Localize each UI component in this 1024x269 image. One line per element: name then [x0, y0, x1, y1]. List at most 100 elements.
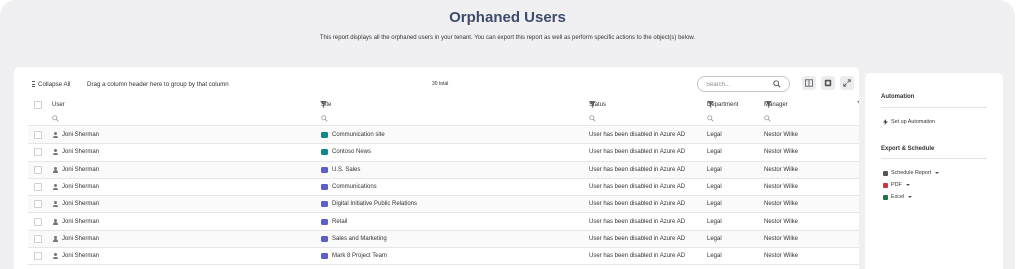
cell-site[interactable]: Retail	[321, 214, 347, 230]
pdf-icon	[883, 182, 888, 188]
column-header-manager[interactable]: Manager	[764, 98, 788, 112]
columns-icon	[805, 79, 813, 87]
cell-site[interactable]: Sales and Marketing	[321, 231, 387, 247]
communication-site-icon	[321, 132, 328, 139]
automation-heading: Automation	[881, 94, 915, 100]
column-header-site-label: Site	[321, 102, 332, 108]
cell-manager: Nestor Wilke	[764, 132, 799, 139]
filter-icon[interactable]	[857, 101, 859, 108]
select-all-checkbox[interactable]	[34, 101, 42, 109]
export-icon	[824, 79, 832, 87]
actions-panel: Automation Set up Automation Export & Sc…	[865, 73, 1003, 269]
user-name: Joni Sherman	[62, 235, 100, 242]
fullscreen-button[interactable]	[840, 76, 854, 90]
user-name: Joni Sherman	[62, 132, 100, 139]
column-header-status[interactable]: Status	[589, 98, 606, 112]
report-grid-card: Collapse All Drag a column header here t…	[14, 67, 859, 269]
cell-user: Joni Sherman	[52, 162, 99, 178]
column-header-user[interactable]: User	[52, 98, 65, 112]
row-checkbox[interactable]	[34, 217, 42, 226]
cell-status: User has been disabled in Azure AD	[589, 149, 686, 156]
site-name: Contoso News	[332, 149, 372, 156]
search-icon	[773, 80, 781, 88]
divider	[881, 107, 987, 108]
column-header-department[interactable]: Department	[707, 98, 738, 112]
cell-department: Legal	[707, 184, 722, 191]
user-icon	[52, 201, 58, 208]
export-button[interactable]	[821, 76, 835, 90]
schedule-report-dropdown[interactable]: Schedule Report	[883, 170, 940, 176]
table-row[interactable]: Joni Sherman Communication site User has b…	[28, 127, 859, 145]
cell-site[interactable]: Communications	[321, 179, 377, 195]
cell-site[interactable]: Communication site	[321, 127, 385, 143]
row-checkbox[interactable]	[34, 252, 42, 261]
report-frame: Orphaned Users This report displays all …	[0, 0, 1015, 269]
cell-status: User has been disabled in Azure AD	[589, 166, 686, 173]
filter-search-icon[interactable]	[589, 115, 596, 122]
pdf-export-dropdown[interactable]: PDF	[883, 182, 910, 188]
search-box[interactable]	[697, 76, 790, 92]
row-checkbox[interactable]	[34, 234, 42, 243]
user-icon	[52, 253, 58, 260]
filter-row	[28, 112, 859, 126]
cell-department: Legal	[707, 253, 722, 260]
table-row[interactable]: Joni Sherman Contoso News User has been di…	[28, 144, 859, 162]
cell-site[interactable]: Digital Initiative Public Relations	[321, 196, 417, 212]
divider	[881, 158, 987, 159]
user-name: Joni Sherman	[62, 166, 100, 173]
expand-icon	[843, 79, 851, 87]
row-checkbox[interactable]	[34, 183, 42, 192]
table-row[interactable]: Joni Sherman U.S. Sales User has been disa…	[28, 161, 859, 179]
cell-manager: Nestor Wilke	[764, 166, 799, 173]
user-icon	[52, 235, 58, 242]
set-up-automation-label: Set up Automation	[891, 119, 936, 125]
team-site-icon	[321, 218, 328, 225]
export-schedule-heading: Export & Schedule	[881, 146, 935, 152]
filter-search-icon[interactable]	[321, 115, 328, 122]
search-input[interactable]	[706, 80, 772, 89]
cell-status: User has been disabled in Azure AD	[589, 132, 686, 139]
user-name: Joni Sherman	[62, 253, 100, 260]
user-name: Joni Sherman	[62, 184, 100, 191]
user-name: Joni Sherman	[62, 201, 100, 208]
row-checkbox[interactable]	[34, 165, 42, 174]
row-checkbox[interactable]	[34, 131, 42, 140]
cell-site[interactable]: Contoso News	[321, 144, 371, 160]
table-row[interactable]: Joni Sherman Retail User has been disabled…	[28, 214, 859, 231]
site-name: Communication site	[332, 132, 385, 139]
cell-status: User has been disabled in Azure AD	[589, 218, 686, 225]
filter-search-icon[interactable]	[52, 115, 59, 122]
table-row[interactable]: Joni Sherman Communications User has been …	[28, 179, 859, 197]
filter-search-icon[interactable]	[764, 115, 771, 122]
column-chooser-button[interactable]	[802, 76, 816, 90]
cell-status: User has been disabled in Azure AD	[589, 201, 686, 208]
cell-user: Joni Sherman	[52, 127, 99, 143]
cell-user: Joni Sherman	[52, 144, 99, 160]
page-description: This report displays all the orphaned us…	[319, 35, 696, 41]
table-header-row: User Site Status Department Manager	[28, 98, 859, 112]
group-by-drop-zone[interactable]: Drag a column header here to group by th…	[87, 81, 229, 88]
cell-user: Joni Sherman	[52, 179, 99, 195]
table-row[interactable]: Joni Sherman Sales and Marketing User has …	[28, 230, 859, 249]
collapse-all-button[interactable]: Collapse All	[32, 81, 70, 88]
excel-export-dropdown[interactable]: Excel	[883, 194, 913, 200]
team-site-icon	[321, 253, 328, 260]
schedule-report-label: Schedule Report	[891, 170, 932, 176]
column-header-site[interactable]: Site	[321, 98, 331, 112]
filter-search-icon[interactable]	[707, 115, 714, 122]
cell-status: User has been disabled in Azure AD	[589, 253, 686, 260]
chevron-down-icon	[905, 184, 910, 186]
cell-site[interactable]: Mark 8 Project Team	[321, 248, 387, 264]
row-checkbox[interactable]	[34, 200, 42, 209]
table-row[interactable]: Joni Sherman Mark 8 Project Team User has …	[28, 248, 859, 266]
cell-department: Legal	[707, 132, 722, 139]
cell-manager: Nestor Wilke	[764, 184, 799, 191]
row-checkbox[interactable]	[34, 148, 42, 157]
set-up-automation-button[interactable]: Set up Automation	[883, 119, 935, 125]
cell-department: Legal	[707, 201, 722, 208]
table-row[interactable]: Joni Sherman Digital Initiative Public Re…	[28, 196, 859, 214]
cell-department: Legal	[707, 218, 722, 225]
cell-site[interactable]: U.S. Sales	[321, 162, 360, 178]
chevron-down-icon	[935, 172, 940, 174]
cell-manager: Nestor Wilke	[764, 201, 799, 208]
